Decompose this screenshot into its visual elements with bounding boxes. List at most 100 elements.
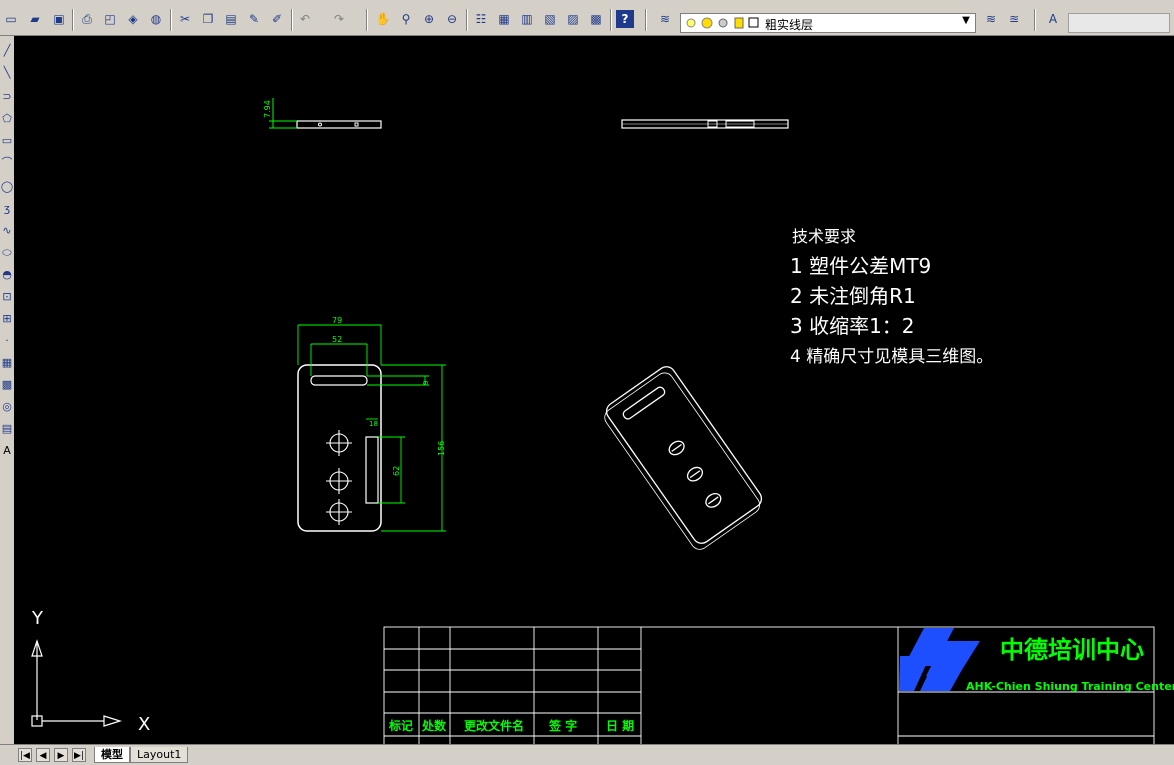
hole-markers: [326, 430, 352, 525]
layer-dropdown[interactable]: 粗实线层 ▼: [680, 13, 976, 33]
dim-small: 18: [369, 420, 378, 428]
match-properties-icon[interactable]: ✎: [245, 10, 263, 28]
spline-icon[interactable]: ∿: [0, 222, 14, 240]
model-space[interactable]: 7.94 技术要求 1 塑件公差MT9 2 未注倒角R1 3 收缩率1：2 4 …: [14, 36, 1174, 746]
point-icon[interactable]: ·: [0, 332, 14, 350]
tool-palettes-icon[interactable]: ▥: [518, 10, 536, 28]
tab-model[interactable]: 模型: [94, 747, 130, 763]
zoom-previous-icon[interactable]: ⊖: [443, 10, 461, 28]
undo-icon[interactable]: ↶: [296, 10, 314, 28]
draw-toolbar: ╱ ╲ ⊃ ⬠ ▭ ⌒ ◯ ʒ ∿ ⬭ ◓ ⊡ ⊞ · ▦ ▩ ◎ ▤ A: [0, 36, 15, 744]
properties-icon[interactable]: ☷: [472, 10, 490, 28]
ucs-y-label: Y: [31, 608, 44, 629]
revision-cloud-icon[interactable]: ʒ: [0, 200, 14, 218]
region-icon[interactable]: ◎: [0, 398, 14, 416]
last-tab-icon[interactable]: ▶|: [72, 748, 86, 762]
copy-icon[interactable]: ❐: [199, 10, 217, 28]
company-name-en: AHK-Chien Shiung Training Center: [966, 680, 1174, 693]
layer-manager-icon[interactable]: ≋: [656, 10, 674, 28]
layer-viewport-icon: [718, 18, 728, 28]
tab-layout1[interactable]: Layout1: [130, 747, 189, 763]
multiline-text-icon[interactable]: A: [0, 442, 14, 460]
layer-freeze-icon: [701, 17, 713, 29]
zoom-window-icon[interactable]: ⊕: [420, 10, 438, 28]
side-view-right: [621, 119, 789, 129]
toolbar-separator: [366, 9, 368, 31]
chevron-down-icon[interactable]: ▼: [959, 15, 973, 31]
help-icon[interactable]: ?: [616, 10, 634, 28]
layer-lock-icon: [734, 17, 744, 29]
circle-icon[interactable]: ◯: [0, 178, 14, 196]
plot-icon[interactable]: ⎙: [78, 10, 96, 28]
make-block-icon[interactable]: ⊞: [0, 310, 14, 328]
cut-icon[interactable]: ✂: [176, 10, 194, 28]
text-style-dropdown[interactable]: [1068, 13, 1170, 33]
first-tab-icon[interactable]: |◀: [18, 748, 32, 762]
sheet-set-icon[interactable]: ▧: [541, 10, 559, 28]
design-center-icon[interactable]: ▦: [495, 10, 513, 28]
quickcalc-icon[interactable]: ▩: [587, 10, 605, 28]
gradient-icon[interactable]: ▩: [0, 376, 14, 394]
3d-dwf-icon[interactable]: ◍: [147, 10, 165, 28]
tech-req-4: 4 精确尺寸见模具三维图。: [790, 347, 993, 367]
rectangle-icon[interactable]: ▭: [0, 132, 14, 150]
toolbar-separator: [610, 9, 612, 31]
construction-line-icon[interactable]: ╲: [0, 64, 14, 82]
polygon-icon[interactable]: ⬠: [0, 110, 14, 128]
dim-thickness: 7.94: [263, 100, 272, 118]
new-icon[interactable]: ▭: [2, 10, 20, 28]
col-sign: 签 字: [548, 718, 577, 733]
toolbar-separator: [466, 9, 468, 31]
ucs-x-label: X: [138, 714, 150, 735]
tech-req-1: 1 塑件公差MT9: [790, 254, 931, 278]
paste-icon[interactable]: ▤: [222, 10, 240, 28]
publish-icon[interactable]: ◈: [124, 10, 142, 28]
dim-height: 156: [437, 441, 446, 456]
ellipse-arc-icon[interactable]: ◓: [0, 266, 14, 284]
redo-icon[interactable]: ↷: [330, 10, 348, 28]
standard-toolbar: ▭ ▰ ▣ ⎙ ◰ ◈ ◍ ✂ ❐ ▤ ✎ ✐ ↶ ↷ ✋ ⚲ ⊕ ⊖ ☷ ▦ …: [0, 4, 1174, 36]
table-icon[interactable]: ▤: [0, 420, 14, 438]
layer-previous-icon[interactable]: ≋: [982, 10, 1000, 28]
col-mark: 标记: [388, 718, 413, 733]
zoom-realtime-icon[interactable]: ⚲: [397, 10, 415, 28]
dim-62: 62: [392, 466, 401, 476]
layer-state-icons: [686, 17, 759, 29]
insert-block-icon[interactable]: ⊡: [0, 288, 14, 306]
arc-icon[interactable]: ⌒: [0, 154, 14, 172]
drawing-canvas[interactable]: 7.94 技术要求 1 塑件公差MT9 2 未注倒角R1 3 收缩率1：2 4 …: [14, 36, 1174, 746]
text-style-icon[interactable]: A: [1044, 10, 1062, 28]
block-editor-icon[interactable]: ✐: [268, 10, 286, 28]
next-tab-icon[interactable]: ▶: [54, 748, 68, 762]
save-icon[interactable]: ▣: [50, 10, 68, 28]
pan-icon[interactable]: ✋: [374, 10, 392, 28]
isometric-view: [604, 366, 763, 550]
toolbar-separator: [645, 9, 647, 31]
tech-req-title: 技术要求: [792, 227, 856, 246]
hatch-icon[interactable]: ▦: [0, 354, 14, 372]
dim-slot-width: 52: [332, 335, 342, 344]
markup-icon[interactable]: ▨: [564, 10, 582, 28]
layer-on-icon: [686, 18, 696, 28]
polyline-icon[interactable]: ⊃: [0, 88, 14, 106]
technical-requirements: 技术要求 1 塑件公差MT9 2 未注倒角R1 3 收缩率1：2 4 精确尺寸见…: [790, 227, 993, 367]
layer-color-icon: [748, 17, 759, 28]
line-icon[interactable]: ╱: [0, 42, 14, 60]
toolbar-separator: [72, 9, 74, 31]
col-doc: 更改文件名: [464, 718, 524, 733]
dim-slot-height: 9: [422, 381, 430, 385]
layer-state-icon[interactable]: ≊: [1005, 10, 1023, 28]
col-count: 处数: [421, 718, 447, 733]
layout-tab-bar: |◀ ◀ ▶ ▶| 模型 Layout1: [0, 744, 1174, 765]
company-name-cn: 中德培训中心: [1000, 636, 1144, 664]
plot-preview-icon[interactable]: ◰: [101, 10, 119, 28]
toolbar-separator: [170, 9, 172, 31]
ucs-icon: X Y: [31, 608, 150, 735]
toolbar-separator: [291, 9, 293, 31]
tech-req-3: 3 收缩率1：2: [790, 314, 915, 338]
dim-width: 79: [332, 316, 342, 325]
ellipse-icon[interactable]: ⬭: [0, 244, 14, 262]
open-icon[interactable]: ▰: [26, 10, 44, 28]
prev-tab-icon[interactable]: ◀: [36, 748, 50, 762]
layer-name: 粗实线层: [765, 18, 814, 32]
